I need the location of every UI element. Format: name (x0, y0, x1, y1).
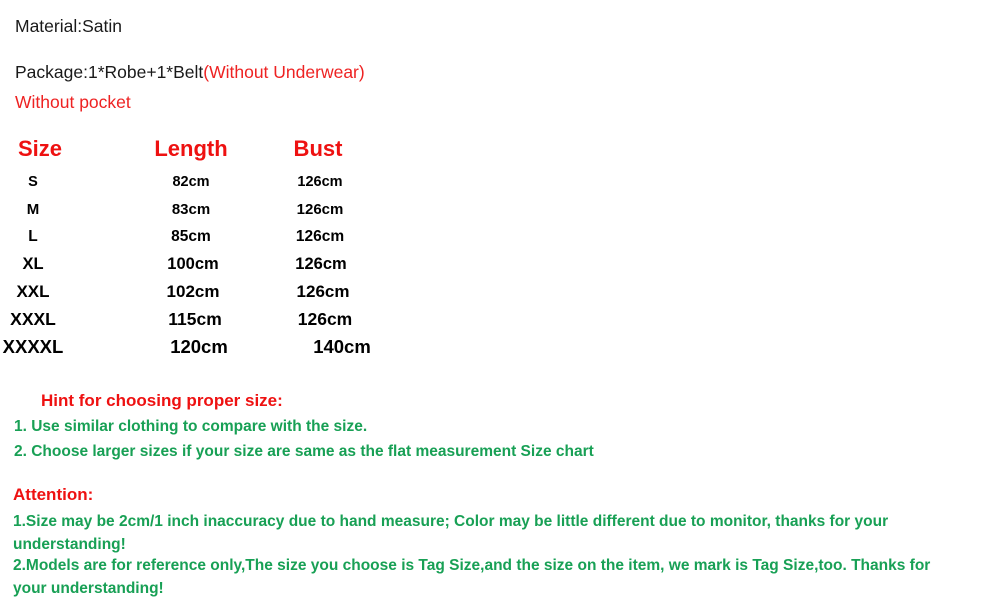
cell-size: XXL (16, 282, 50, 301)
package-line: Package:1*Robe+1*Belt(Without Underwear) (15, 62, 365, 83)
package-note: (Without Underwear) (203, 62, 365, 82)
hint-title: Hint for choosing proper size: (41, 391, 283, 410)
cell-length: 82cm (172, 174, 210, 190)
cell-bust: 126cm (295, 255, 347, 273)
cell-size: XXXXL (2, 336, 64, 357)
header-bust: Bust (293, 136, 343, 161)
cell-bust: 126cm (297, 174, 343, 190)
header-size: Size (17, 136, 63, 161)
hint-item-2: 2. Choose larger sizes if your size are … (14, 443, 594, 460)
cell-bust: 126cm (297, 309, 353, 329)
material-line: Material:Satin (15, 16, 122, 36)
cell-size: S (28, 174, 38, 190)
cell-size: L (28, 228, 38, 245)
size-chart-page: Material:Satin Package:1*Robe+1*Belt(Wit… (0, 0, 984, 616)
cell-length: 83cm (171, 201, 211, 218)
cell-bust: 126cm (295, 228, 345, 245)
cell-bust: 126cm (296, 282, 350, 301)
hint-item-1: 1. Use similar clothing to compare with … (14, 418, 368, 435)
table-row: XXXL 115cm 126cm (0, 307, 420, 334)
table-row: XXXXL 120cm 140cm (0, 334, 420, 361)
cell-length: 115cm (168, 309, 222, 329)
cell-length: 100cm (167, 255, 219, 273)
cell-size: XL (22, 255, 44, 273)
cell-bust: 140cm (313, 336, 371, 357)
cell-length: 102cm (166, 282, 220, 301)
attention-title: Attention: (13, 485, 94, 504)
table-row: XXL 102cm 126cm (0, 280, 420, 307)
cell-length: 85cm (171, 228, 211, 245)
header-length: Length (154, 136, 228, 161)
table-row: L 85cm 126cm (0, 226, 420, 253)
attention-item-2: 2.Models are for reference only,The size… (13, 557, 931, 597)
attention-item-1: 1.Size may be 2cm/1 inch inaccuracy due … (13, 513, 889, 553)
cell-bust: 126cm (296, 201, 344, 218)
cell-size: XXXL (10, 309, 56, 329)
pocket-note: Without pocket (15, 92, 131, 112)
table-header-row: Size Length Bust (0, 136, 420, 172)
package-label: Package:1*Robe+1*Belt (15, 62, 204, 82)
cell-size: M (26, 201, 40, 218)
size-chart-table: Size Length Bust S 82cm 126cm M 83cm 126… (0, 136, 420, 361)
table-row: XL 100cm 126cm (0, 253, 420, 280)
table-row: S 82cm 126cm (0, 172, 420, 199)
cell-length: 120cm (170, 336, 228, 357)
table-row: M 83cm 126cm (0, 199, 420, 226)
